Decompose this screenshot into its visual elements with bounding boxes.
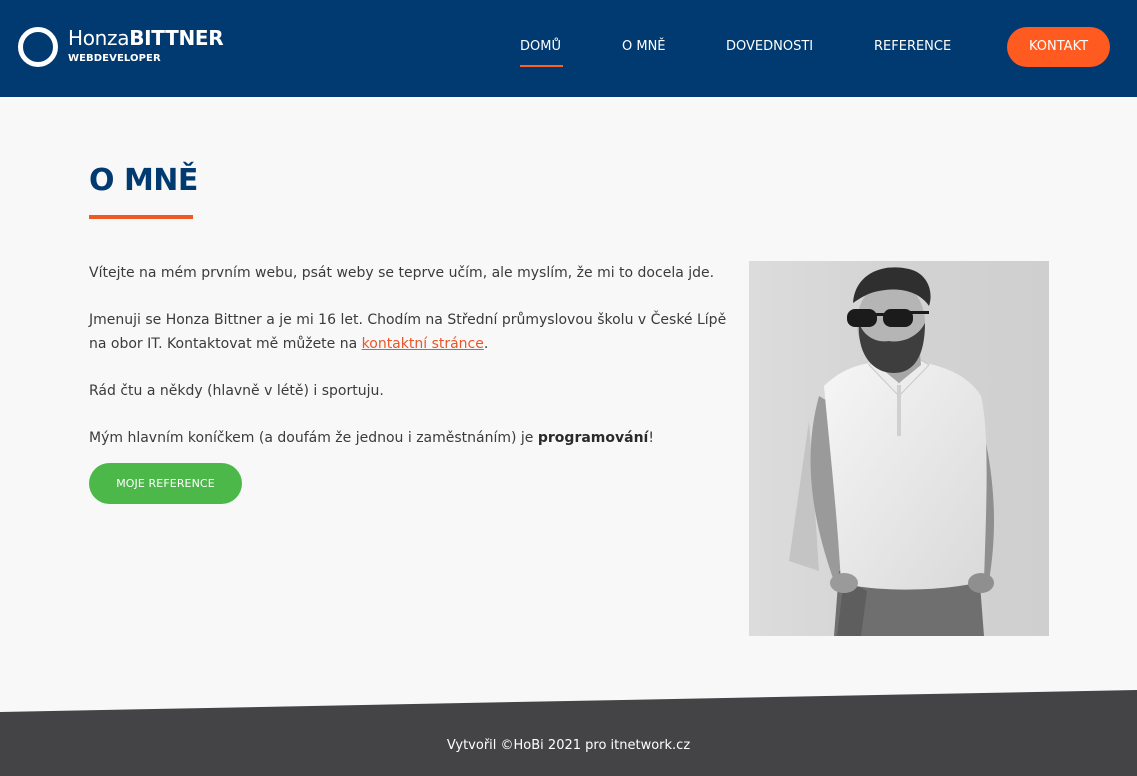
programming-bold: programování [537,430,649,446]
nav-about[interactable]: O MNĚ [622,37,666,57]
contact-page-link[interactable]: kontaktní stránce [362,336,484,352]
nav-skills[interactable]: DOVEDNOSTI [726,37,813,57]
logo-subtitle: WEBDEVELOPER [68,53,161,64]
about-paragraph: Jmenuji se Honza Bittner a je mi 16 let.… [89,308,739,356]
intro-paragraph: Vítejte na mém prvním webu, psát weby se… [89,265,715,281]
page-title: O MNĚ [89,163,198,198]
hobby-paragraph: Rád čtu a někdy (hlavně v létě) i sportu… [89,383,384,399]
nav-home[interactable]: DOMŮ [520,37,561,57]
programming-paragraph: Mým hlavním koníčkem (a doufám že jednou… [89,426,739,450]
site-header: HonzaBITTNER WEBDEVELOPER DOMŮ O MNĚ DOV… [0,0,1137,97]
profile-photo-illustration [749,261,1049,636]
footer-background [0,690,1137,776]
contact-button[interactable]: KONTAKT [1007,27,1110,67]
programming-text: Mým hlavním koníčkem (a doufám že jednou… [89,430,538,446]
nav-active-indicator [520,65,563,67]
my-references-button[interactable]: MOJE REFERENCE [89,463,242,504]
logo-first-name: Honza [68,26,130,50]
programming-text-end: ! [648,430,654,446]
profile-photo [749,261,1049,636]
logo-ring-icon[interactable] [18,27,58,67]
about-text-end: . [483,336,489,352]
logo-name[interactable]: HonzaBITTNER [68,26,224,50]
title-underline [89,215,193,219]
logo-last-name: BITTNER [129,26,224,50]
footer-credit: Vytvořil ©HoBi 2021 pro itnetwork.cz [446,738,691,753]
nav-references[interactable]: REFERENCE [874,37,951,57]
